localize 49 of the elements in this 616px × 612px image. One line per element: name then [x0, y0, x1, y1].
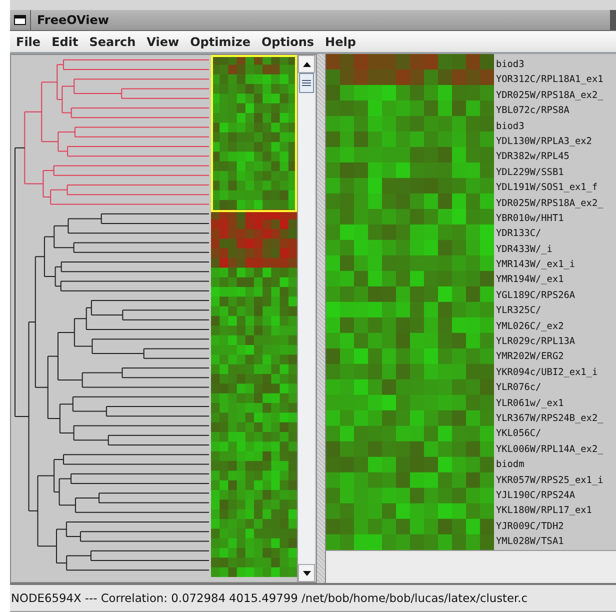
- gene-label: YLR061w/_ex1: [496, 396, 565, 411]
- gene-label: YDR433W/_i: [496, 242, 554, 257]
- window-icon: [14, 15, 26, 25]
- menu-item[interactable]: Edit: [48, 34, 86, 48]
- gene-label: YML026C/_ex2: [496, 320, 565, 334]
- gene-label: YDR382w/RPL45: [496, 150, 570, 164]
- grip-icon: [302, 80, 311, 86]
- gene-label: YLR029c/RPL13A: [496, 335, 576, 350]
- gene-label: YKR094c/UBI2_ex1_i: [496, 366, 599, 380]
- gene-label: YBR010w/HHT1: [496, 212, 565, 226]
- gene-label: biod3: [496, 120, 526, 134]
- scroll-down-button[interactable]: [298, 564, 315, 582]
- gene-label: biod3: [496, 58, 526, 72]
- gene-label: YKR057W/RPS25_ex1_i: [496, 474, 604, 488]
- gene-label: YMR202W/ERG2: [496, 350, 565, 364]
- down-arrow-icon: [302, 570, 310, 576]
- gene-label: YKL180W/RPL17_ex1: [496, 504, 593, 518]
- gene-label: YLR325C/: [496, 304, 542, 318]
- gene-label: YDL191W/SOS1_ex1_f: [496, 181, 599, 196]
- gene-label: YOR312C/RPL18A1_ex1: [496, 73, 604, 88]
- gene-label: YGL189C/RPS26A: [496, 288, 576, 303]
- gene-label: YDL130W/RPLA3_ex2: [496, 134, 593, 149]
- gene-label: YKL006W/RPL14A_ex2_: [496, 442, 604, 457]
- status-text: NODE6594X --- Correlation: 0.072984 4015.49799 /net/bob/home/bob/lucas/latex/cluster.c: [10, 591, 528, 605]
- scroll-thumb[interactable]: [299, 73, 314, 93]
- gene-label: YLR076c/: [496, 381, 542, 396]
- menu-item[interactable]: File: [12, 34, 48, 48]
- gene-label: YDR025W/RPS18A_ex2_: [496, 88, 604, 103]
- gene-label: YML028W/TSA1: [496, 535, 565, 550]
- menu-item[interactable]: View: [142, 34, 186, 48]
- scroll-up-button[interactable]: [298, 55, 315, 73]
- menu-item[interactable]: Options: [257, 34, 322, 48]
- gene-label: YDR133C/: [496, 227, 542, 242]
- gene-label: biodm: [496, 458, 526, 472]
- gene-label: YBL072c/RPS8A: [496, 104, 570, 118]
- gene-label: YDR025W/RPS18A_ex2_: [496, 196, 604, 211]
- gene-label: YMR194W/_ex1: [496, 273, 565, 288]
- scrollbar[interactable]: [297, 55, 315, 582]
- gene-label: YJL190C/RPS24A: [496, 488, 576, 503]
- menu-item[interactable]: Search: [85, 34, 143, 48]
- up-arrow-icon: [302, 62, 310, 66]
- gene-label: YJR009C/TDH2: [496, 520, 565, 534]
- gene-label: YDL229W/SSB1: [496, 166, 565, 180]
- menu-item[interactable]: Optimize: [186, 34, 258, 48]
- menu-item[interactable]: Help: [321, 34, 363, 48]
- window-title: FreeOView: [37, 13, 110, 27]
- gene-label: YKL056C/: [496, 427, 542, 442]
- gene-label: YMR143W/_ex1_i: [496, 258, 576, 272]
- gene-label: YLR367W/RPS24B_ex2_: [496, 412, 604, 426]
